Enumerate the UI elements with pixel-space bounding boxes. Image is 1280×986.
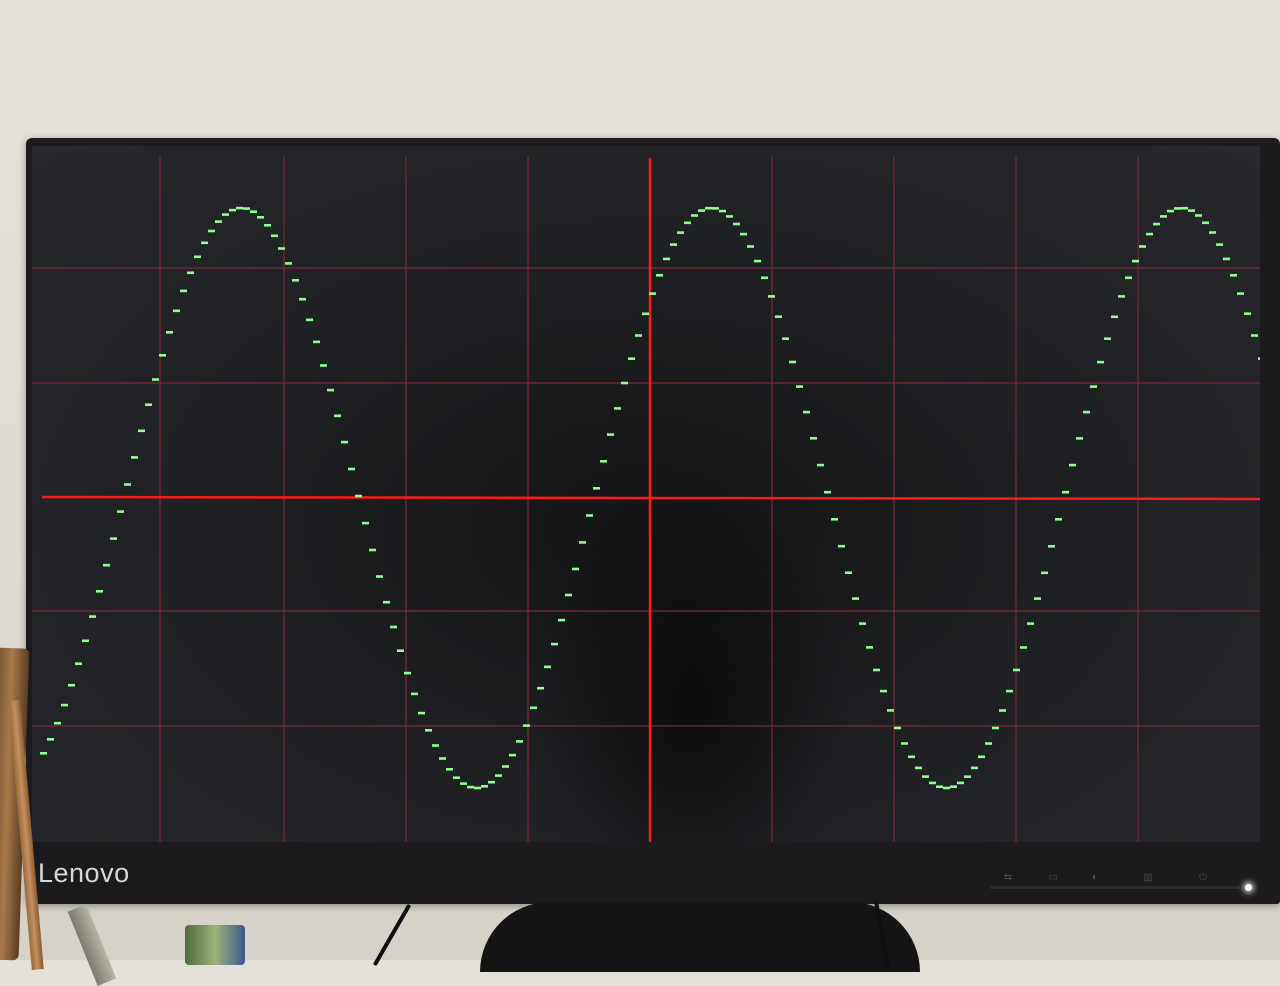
control-bar xyxy=(990,886,1240,889)
oscilloscope-display xyxy=(32,156,1260,842)
pencil xyxy=(67,904,117,986)
cable xyxy=(372,903,412,967)
oscilloscope-screen xyxy=(32,146,1260,842)
axis-horizontal xyxy=(41,495,1260,501)
pens-cup xyxy=(185,925,245,965)
monitor-control-strip: ⇆ ▭ ◐ ▥ ⏻ xyxy=(990,872,1250,892)
center-axes xyxy=(41,158,1260,842)
brand-logo: Lenovo xyxy=(38,858,130,888)
power-icon[interactable]: ⏻ xyxy=(1195,872,1211,884)
menu-icon[interactable]: ▭ xyxy=(1045,872,1061,884)
input-icon[interactable]: ⇆ xyxy=(1000,872,1016,884)
mode-icon[interactable]: ▥ xyxy=(1140,872,1156,884)
monitor-stand xyxy=(480,902,920,972)
power-led xyxy=(1245,884,1252,891)
brightness-icon[interactable]: ◐ xyxy=(1087,872,1103,884)
